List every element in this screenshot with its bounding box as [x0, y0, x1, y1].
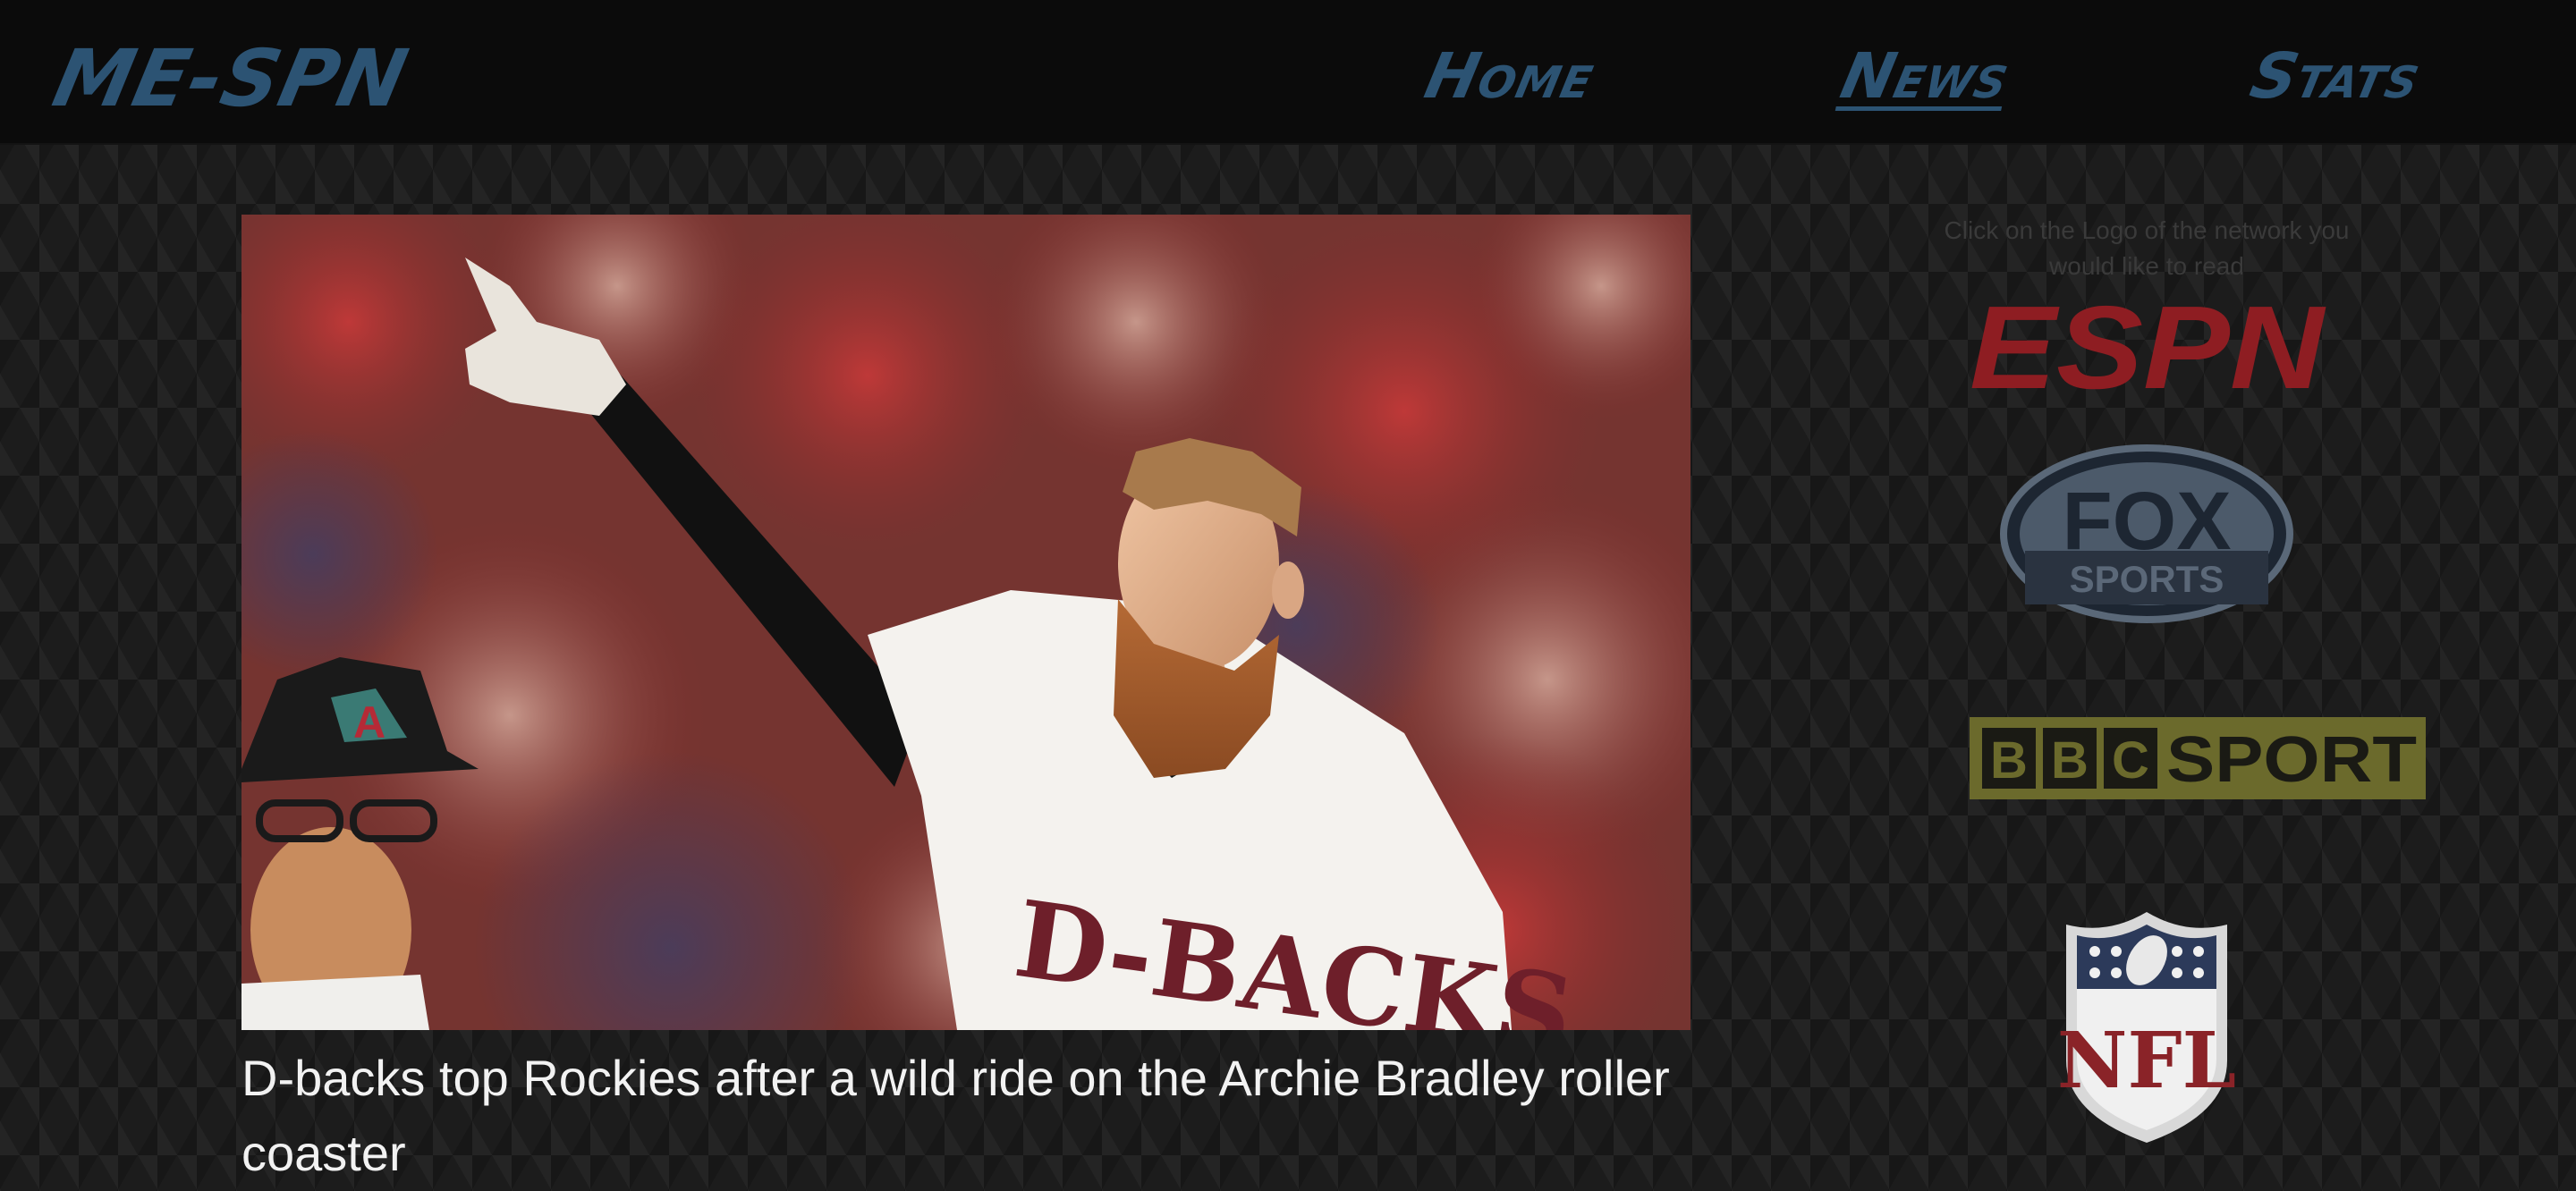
nfl-logo[interactable]: NFL [2054, 908, 2240, 1146]
sidebar-hint: Click on the Logo of the network you wou… [1944, 216, 2350, 280]
navbar: ME-SPN Home News Stats [0, 0, 2576, 145]
svg-text:FOX: FOX [2062, 476, 2231, 567]
nav-link-stats[interactable]: Stats [2243, 36, 2428, 116]
article-card[interactable]: D-BACKS A D-backs top Rockies after a wi… [242, 215, 1690, 1191]
svg-text:SPORT: SPORT [2166, 724, 2417, 796]
brand-logo[interactable]: ME-SPN [46, 32, 416, 124]
fox-sports-logo[interactable]: FOX SPORTS [1998, 443, 2295, 624]
svg-text:A: A [353, 697, 386, 748]
nav-link-news[interactable]: News [1834, 36, 2017, 116]
bbc-sport-logo[interactable]: B B C SPORT [1970, 717, 2426, 799]
svg-text:C: C [2112, 731, 2149, 790]
svg-text:B: B [1990, 731, 2028, 790]
baseball-player-photo: D-BACKS A [242, 215, 1690, 1030]
espn-logo[interactable]: ESPN [1966, 300, 2327, 399]
svg-text:B: B [2051, 731, 2089, 790]
article-headline[interactable]: D-backs top Rockies after a wild ride on… [242, 1041, 1690, 1191]
svg-text:ESPN: ESPN [1970, 300, 2326, 399]
nav-link-home[interactable]: Home [1418, 36, 1602, 116]
svg-text:SPORTS: SPORTS [2070, 558, 2224, 600]
article-image[interactable]: D-BACKS A [242, 215, 1690, 1030]
svg-text:NFL: NFL [2057, 1016, 2236, 1106]
